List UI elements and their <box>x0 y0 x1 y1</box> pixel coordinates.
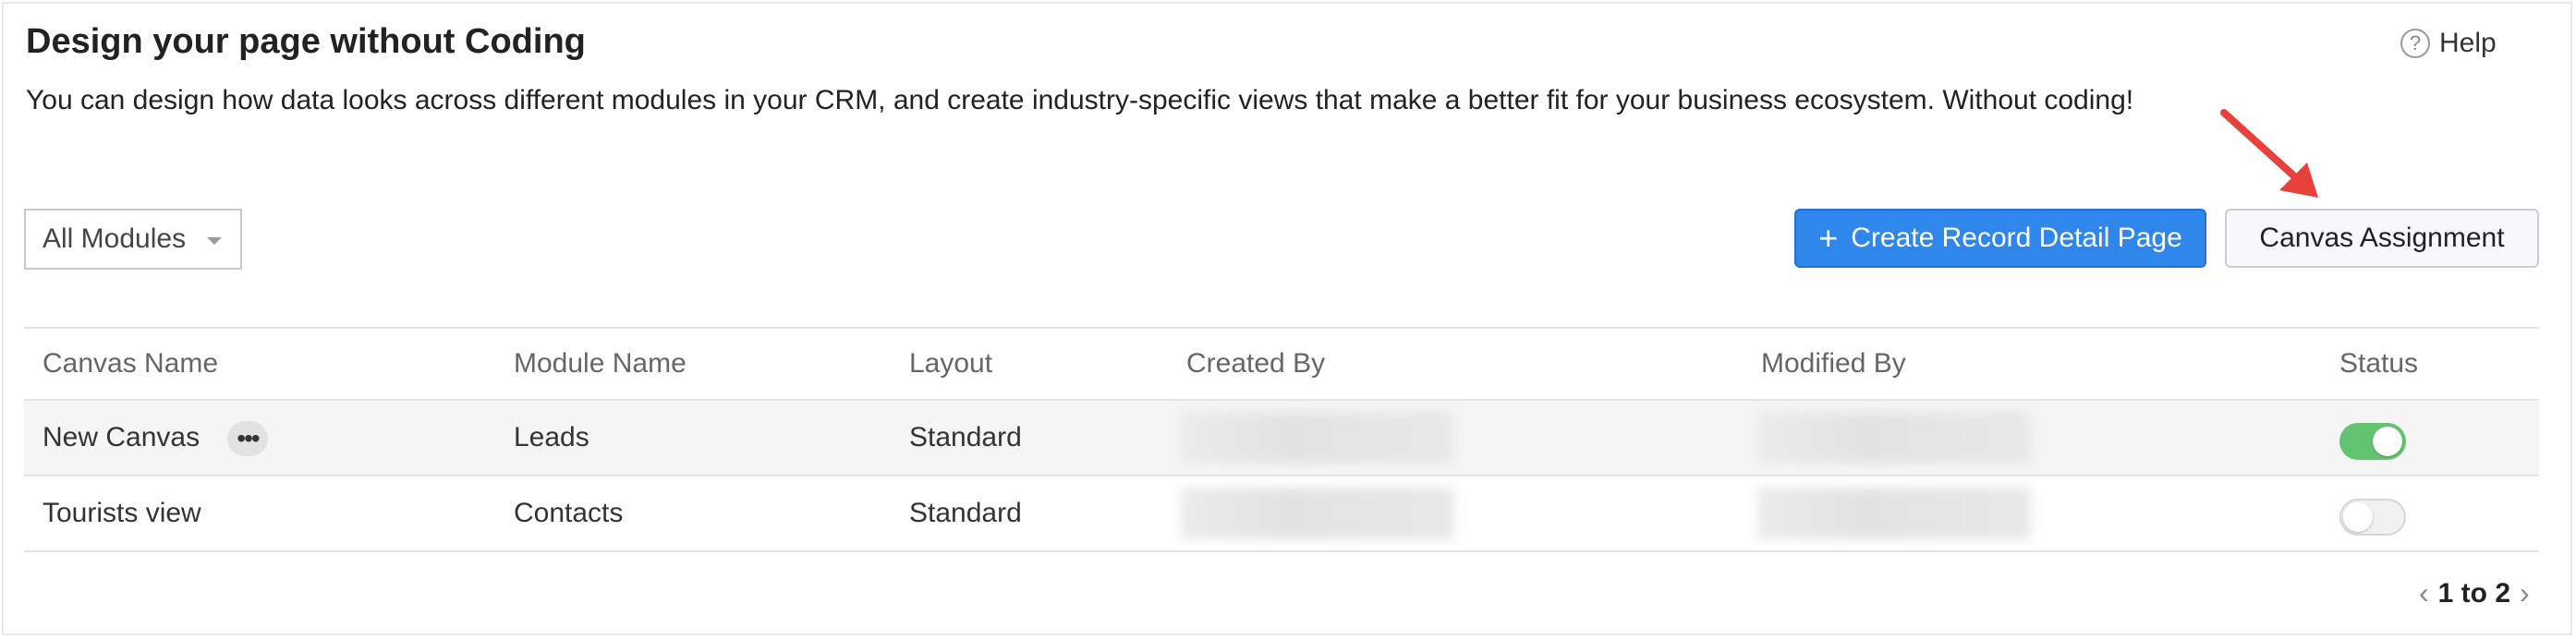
help-link[interactable]: ? Help <box>2400 28 2497 59</box>
module-name-cell: Contacts <box>514 498 624 528</box>
column-header-layout: Layout <box>909 348 993 379</box>
module-filter-value: All Modules <box>43 223 187 254</box>
table-row[interactable]: New Canvas ••• Leads Standard <box>24 401 2539 476</box>
created-by-redacted <box>1181 412 1454 464</box>
pagination-label: 1 to 2 <box>2437 577 2511 609</box>
canvas-name-cell[interactable]: Tourists view <box>43 476 201 550</box>
column-header-created-by: Created By <box>1186 348 1326 379</box>
created-by-redacted <box>1181 488 1454 539</box>
page-title: Design your page without Coding <box>26 22 586 61</box>
modified-by-redacted <box>1757 488 2031 539</box>
status-toggle[interactable] <box>2339 499 2406 536</box>
question-circle-icon: ? <box>2400 29 2430 58</box>
canvas-table: Canvas Name Module Name Layout Created B… <box>24 327 2539 552</box>
help-label: Help <box>2439 28 2497 58</box>
more-options-icon[interactable]: ••• <box>227 421 268 456</box>
column-header-modified-by: Modified By <box>1761 348 1906 379</box>
modified-by-redacted <box>1757 412 2031 464</box>
create-record-detail-page-button[interactable]: + Create Record Detail Page <box>1794 209 2206 268</box>
canvas-assignment-button[interactable]: Canvas Assignment <box>2225 209 2539 268</box>
table-header: Canvas Name Module Name Layout Created B… <box>24 327 2539 401</box>
module-filter-select[interactable]: All Modules <box>24 209 242 270</box>
column-header-canvas-name: Canvas Name <box>43 348 219 379</box>
toggle-knob <box>2373 427 2402 456</box>
chevron-right-icon[interactable]: › <box>2520 576 2530 610</box>
chevron-left-icon[interactable]: ‹ <box>2419 576 2429 610</box>
caret-down-icon <box>207 237 222 245</box>
pagination: ‹ 1 to 2 › <box>2419 576 2530 610</box>
create-button-label: Create Record Detail Page <box>1851 223 2182 253</box>
plus-icon: + <box>1818 219 1839 257</box>
module-name-cell: Leads <box>514 422 589 452</box>
column-header-module-name: Module Name <box>514 348 687 379</box>
page-description: You can design how data looks across dif… <box>26 85 2134 115</box>
column-header-status: Status <box>2339 348 2419 379</box>
canvas-name-cell[interactable]: New Canvas <box>43 401 200 475</box>
layout-cell: Standard <box>909 422 1022 452</box>
status-toggle[interactable] <box>2339 423 2406 460</box>
toggle-knob <box>2343 502 2373 532</box>
annotation-arrow-icon <box>2220 109 2318 198</box>
canvas-list-panel: Design your page without Coding You can … <box>2 2 2572 635</box>
layout-cell: Standard <box>909 498 1022 528</box>
table-row[interactable]: Tourists view Contacts Standard <box>24 476 2539 552</box>
